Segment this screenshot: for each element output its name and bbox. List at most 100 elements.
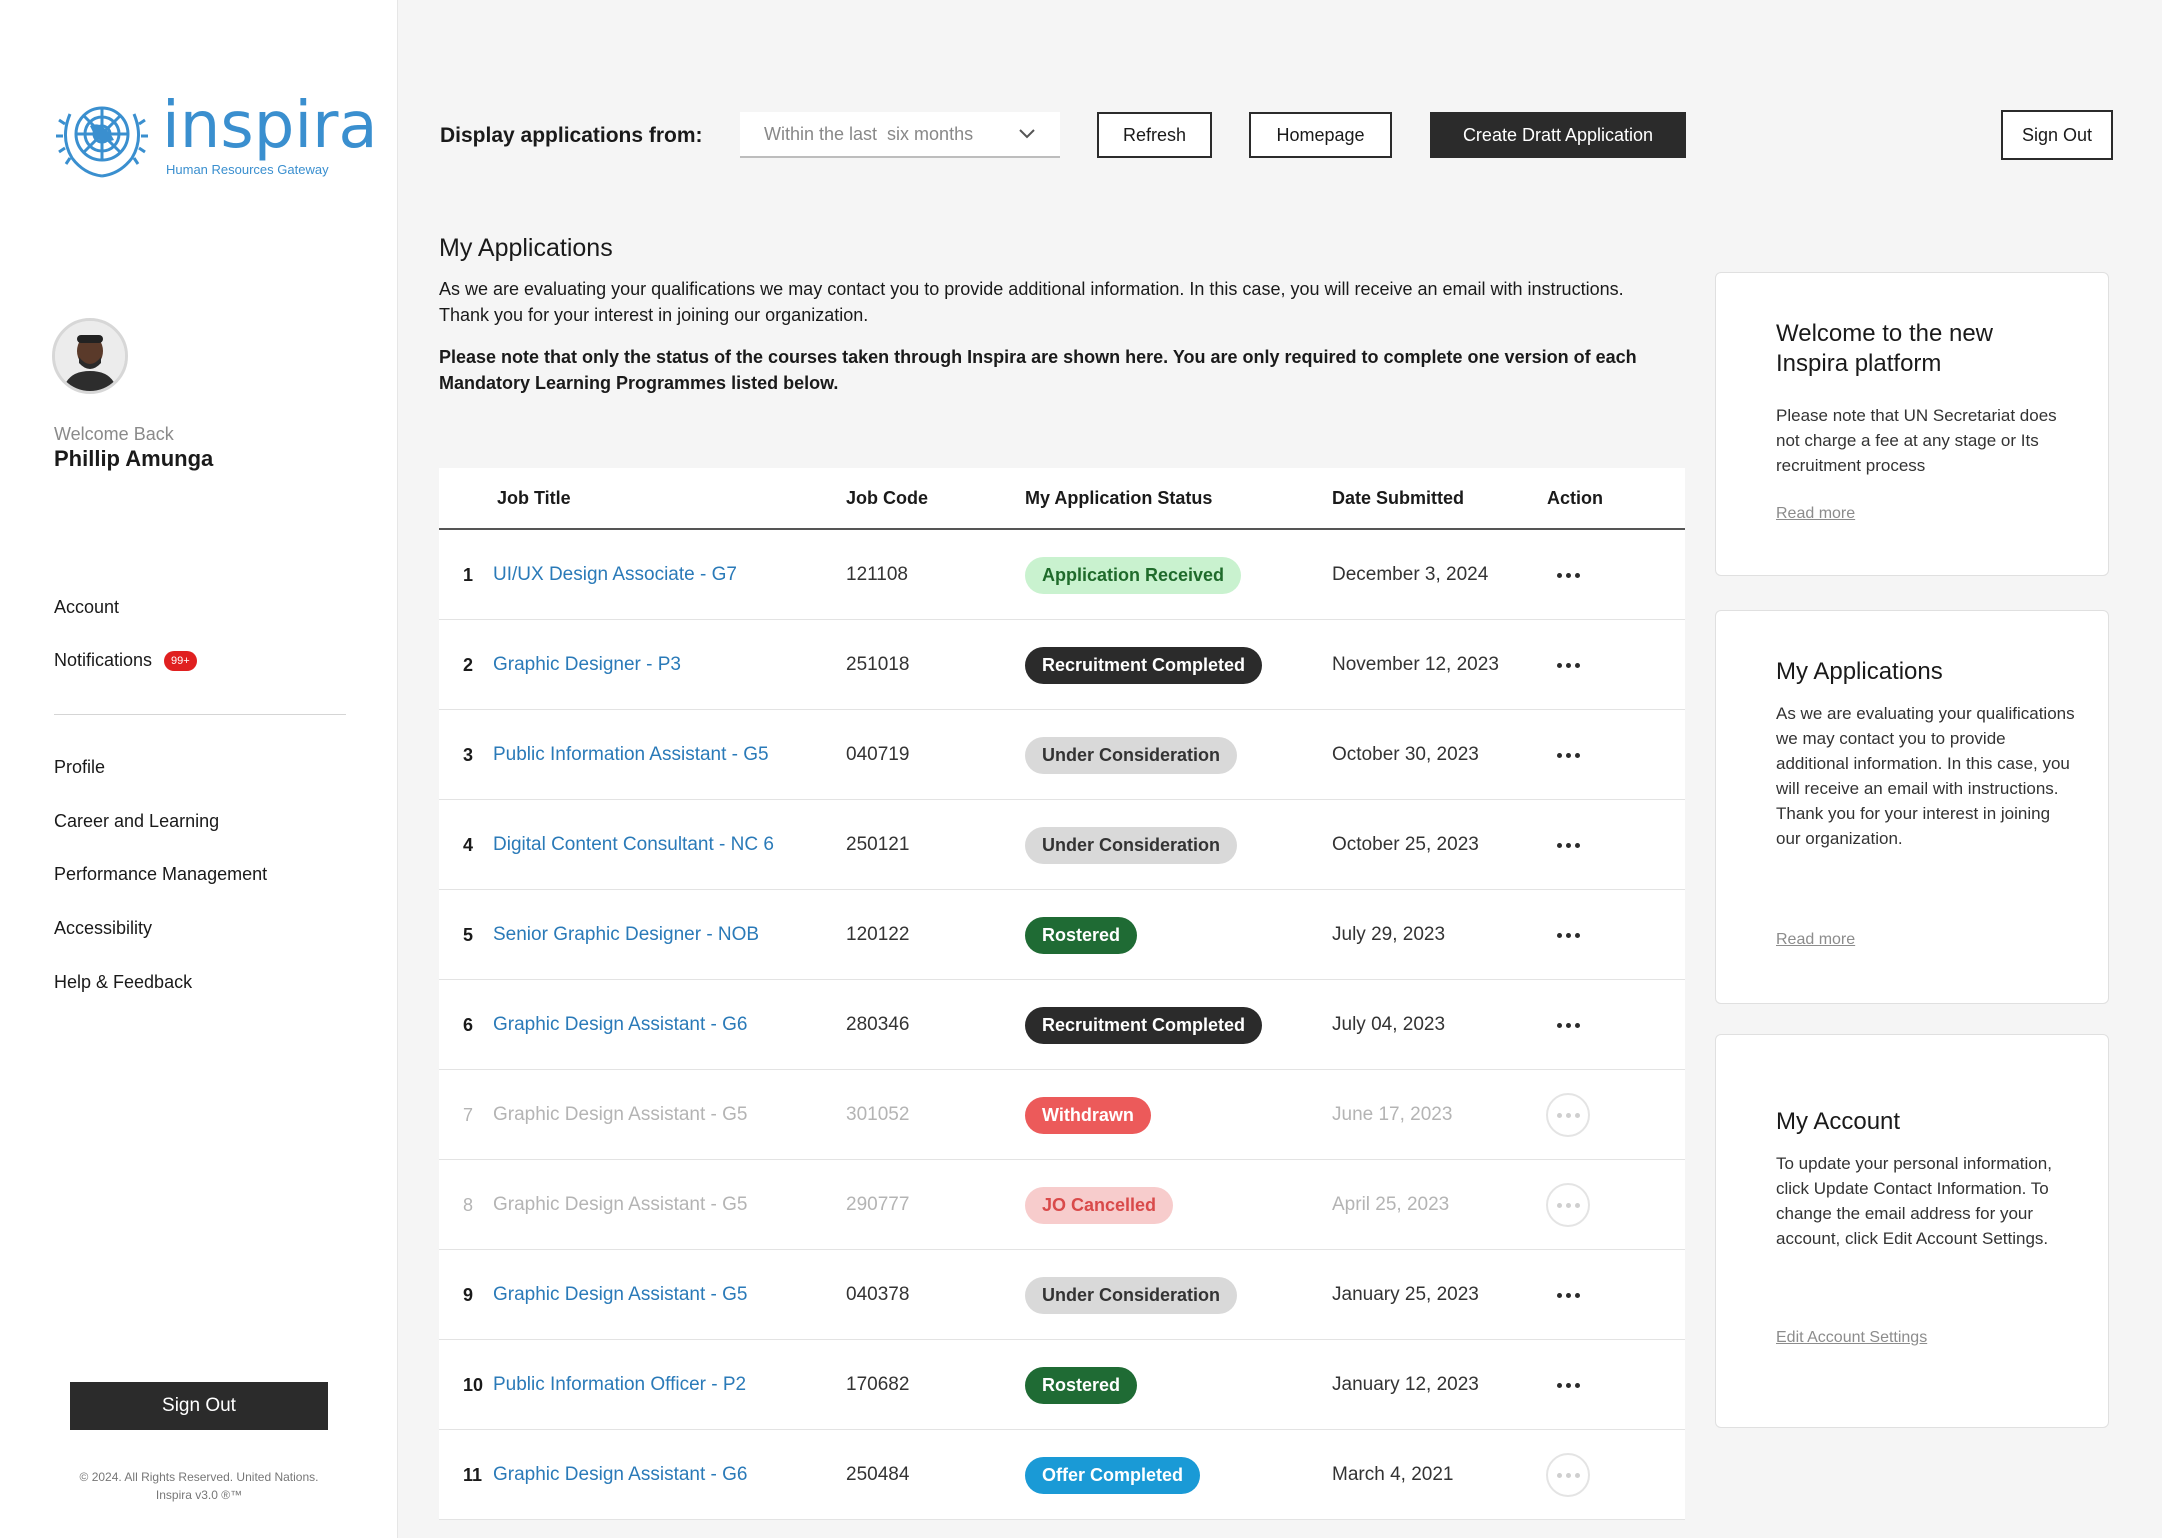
table-row: 4 Digital Content Consultant - NC 6 250121… xyxy=(439,800,1685,890)
action-cell xyxy=(1546,1430,1590,1520)
more-options-icon[interactable] xyxy=(1546,1183,1590,1227)
date-submitted: July 04, 2023 xyxy=(1332,1014,1446,1035)
more-options-icon[interactable] xyxy=(1546,1363,1590,1407)
row-number: 8 xyxy=(463,1194,474,1215)
more-options-icon[interactable] xyxy=(1546,733,1590,777)
job-code: 280346 xyxy=(846,1014,910,1035)
chevron-down-icon xyxy=(1019,129,1035,139)
card-text: To update your personal information, cli… xyxy=(1776,1154,2052,1248)
sidebar-item-career-learning[interactable]: Career and Learning xyxy=(54,811,219,832)
col-header-action: Action xyxy=(1547,488,1603,508)
action-cell xyxy=(1546,980,1590,1070)
row-number: 4 xyxy=(463,834,474,855)
table-row: 10 Public Information Officer - P2 170682 R… xyxy=(439,1340,1685,1430)
homepage-button[interactable]: Homepage xyxy=(1249,112,1392,158)
date-range-select[interactable]: Within the last six months xyxy=(740,112,1060,158)
more-options-icon[interactable] xyxy=(1546,1453,1590,1497)
more-options-icon[interactable] xyxy=(1546,1003,1590,1047)
more-options-icon[interactable] xyxy=(1546,1093,1590,1137)
job-title-link[interactable]: Graphic Design Assistant - G6 xyxy=(493,980,748,1070)
col-header-status[interactable]: My Application Status xyxy=(1025,488,1212,509)
status-cell: Rostered xyxy=(1025,890,1138,980)
job-title-link[interactable]: Public Information Assistant - G5 xyxy=(493,710,769,800)
status-cell: Rostered xyxy=(1025,1340,1138,1430)
status-cell: Under Consideration xyxy=(1025,1250,1238,1340)
sidebar-item-label: Notifications xyxy=(54,650,153,670)
read-more-link[interactable]: Read more xyxy=(1776,505,1855,523)
row-number: 5 xyxy=(463,924,474,945)
copyright-line: © 2024. All Rights Reserved. United Nati… xyxy=(79,1470,319,1484)
row-number: 3 xyxy=(463,744,474,765)
more-options-icon[interactable] xyxy=(1546,643,1590,687)
table-row: 8 Graphic Design Assistant - G5 290777 JO C… xyxy=(439,1160,1685,1250)
status-badge: Rostered xyxy=(1025,1366,1138,1404)
job-title-link[interactable]: Public Information Officer - P2 xyxy=(493,1340,746,1430)
sidebar-sign-out-button[interactable]: Sign Out xyxy=(70,1382,328,1430)
more-options-icon[interactable] xyxy=(1546,823,1590,867)
job-title-link[interactable]: Graphic Design Assistant - G6 xyxy=(493,1430,748,1520)
job-title-link[interactable]: Digital Content Consultant - NC 6 xyxy=(493,800,774,890)
action-cell xyxy=(1546,800,1590,890)
sidebar-item-performance[interactable]: Performance Management xyxy=(54,864,267,885)
table-row: 3 Public Information Assistant - G5 040719… xyxy=(439,710,1685,800)
edit-account-settings-link[interactable]: Edit Account Settings xyxy=(1776,1329,1927,1347)
row-number: 6 xyxy=(463,1014,474,1035)
date-submitted: October 25, 2023 xyxy=(1332,834,1479,855)
sidebar-item-profile[interactable]: Profile xyxy=(54,757,105,778)
account-card: My Account To update your personal infor… xyxy=(1715,1034,2109,1428)
status-cell: Application Received xyxy=(1025,530,1242,620)
notification-count-badge: 99+ xyxy=(164,651,197,672)
more-options-icon[interactable] xyxy=(1546,913,1590,957)
logo-wordmark: inspira xyxy=(162,89,378,163)
date-submitted: March 4, 2021 xyxy=(1332,1464,1454,1485)
date-submitted: January 12, 2023 xyxy=(1332,1374,1479,1395)
col-header-job-code[interactable]: Job Code xyxy=(846,488,928,509)
job-code: 290777 xyxy=(846,1194,910,1215)
date-submitted: April 25, 2023 xyxy=(1332,1194,1450,1215)
more-options-icon[interactable] xyxy=(1546,553,1590,597)
sidebar-item-accessibility[interactable]: Accessibility xyxy=(54,918,152,939)
card-text: As we are evaluating your qualifications… xyxy=(1776,704,2075,848)
job-code: 251018 xyxy=(846,654,910,675)
col-header-job-title[interactable]: Job Title xyxy=(497,488,571,509)
status-badge: Offer Completed xyxy=(1025,1456,1201,1494)
job-title-link[interactable]: Graphic Design Assistant - G5 xyxy=(493,1250,748,1340)
action-cell xyxy=(1546,1340,1590,1430)
status-badge: JO Cancelled xyxy=(1025,1186,1174,1224)
create-draft-application-button[interactable]: Create Dratt Application xyxy=(1430,112,1686,158)
more-options-icon[interactable] xyxy=(1546,1273,1590,1317)
job-title-link[interactable]: Graphic Design Assistant - G5 xyxy=(493,1160,748,1250)
table-row: 9 Graphic Design Assistant - G5 040378 Unde… xyxy=(439,1250,1685,1340)
status-badge: Recruitment Completed xyxy=(1025,1006,1263,1044)
job-title-link[interactable]: Graphic Designer - P3 xyxy=(493,620,681,710)
date-submitted: October 30, 2023 xyxy=(1332,744,1479,765)
welcome-card: Welcome to the new Inspira platform Plea… xyxy=(1715,272,2109,576)
sidebar-item-notifications[interactable]: Notifications 99+ xyxy=(54,650,197,672)
sidebar-item-account[interactable]: Account xyxy=(54,597,119,618)
intro-text: As we are evaluating your qualifications… xyxy=(439,279,1624,325)
status-badge: Withdrawn xyxy=(1025,1096,1151,1134)
col-header-date[interactable]: Date Submitted xyxy=(1332,488,1464,509)
status-cell: Under Consideration xyxy=(1025,800,1238,890)
date-submitted: November 12, 2023 xyxy=(1332,654,1499,675)
inspira-logo[interactable]: inspira Human Resources Gateway xyxy=(52,94,378,180)
date-submitted: July 29, 2023 xyxy=(1332,924,1446,945)
refresh-button[interactable]: Refresh xyxy=(1097,112,1212,158)
sign-out-button[interactable]: Sign Out xyxy=(2001,110,2113,160)
job-code: 301052 xyxy=(846,1104,910,1125)
action-cell xyxy=(1546,1160,1590,1250)
action-cell xyxy=(1546,890,1590,980)
avatar[interactable] xyxy=(52,318,128,394)
status-badge: Under Consideration xyxy=(1025,1276,1238,1314)
date-submitted: June 17, 2023 xyxy=(1332,1104,1453,1125)
page-title: My Applications xyxy=(439,234,613,262)
job-code: 040378 xyxy=(846,1284,910,1305)
job-title-link[interactable]: Graphic Design Assistant - G5 xyxy=(493,1070,748,1160)
action-cell xyxy=(1546,620,1590,710)
sidebar-item-help[interactable]: Help & Feedback xyxy=(54,972,192,993)
select-value: Within the last six months xyxy=(764,123,974,144)
job-title-link[interactable]: UI/UX Design Associate - G7 xyxy=(493,530,737,620)
date-submitted: December 3, 2024 xyxy=(1332,564,1489,585)
job-title-link[interactable]: Senior Graphic Designer - NOB xyxy=(493,890,759,980)
read-more-link[interactable]: Read more xyxy=(1776,931,1855,949)
